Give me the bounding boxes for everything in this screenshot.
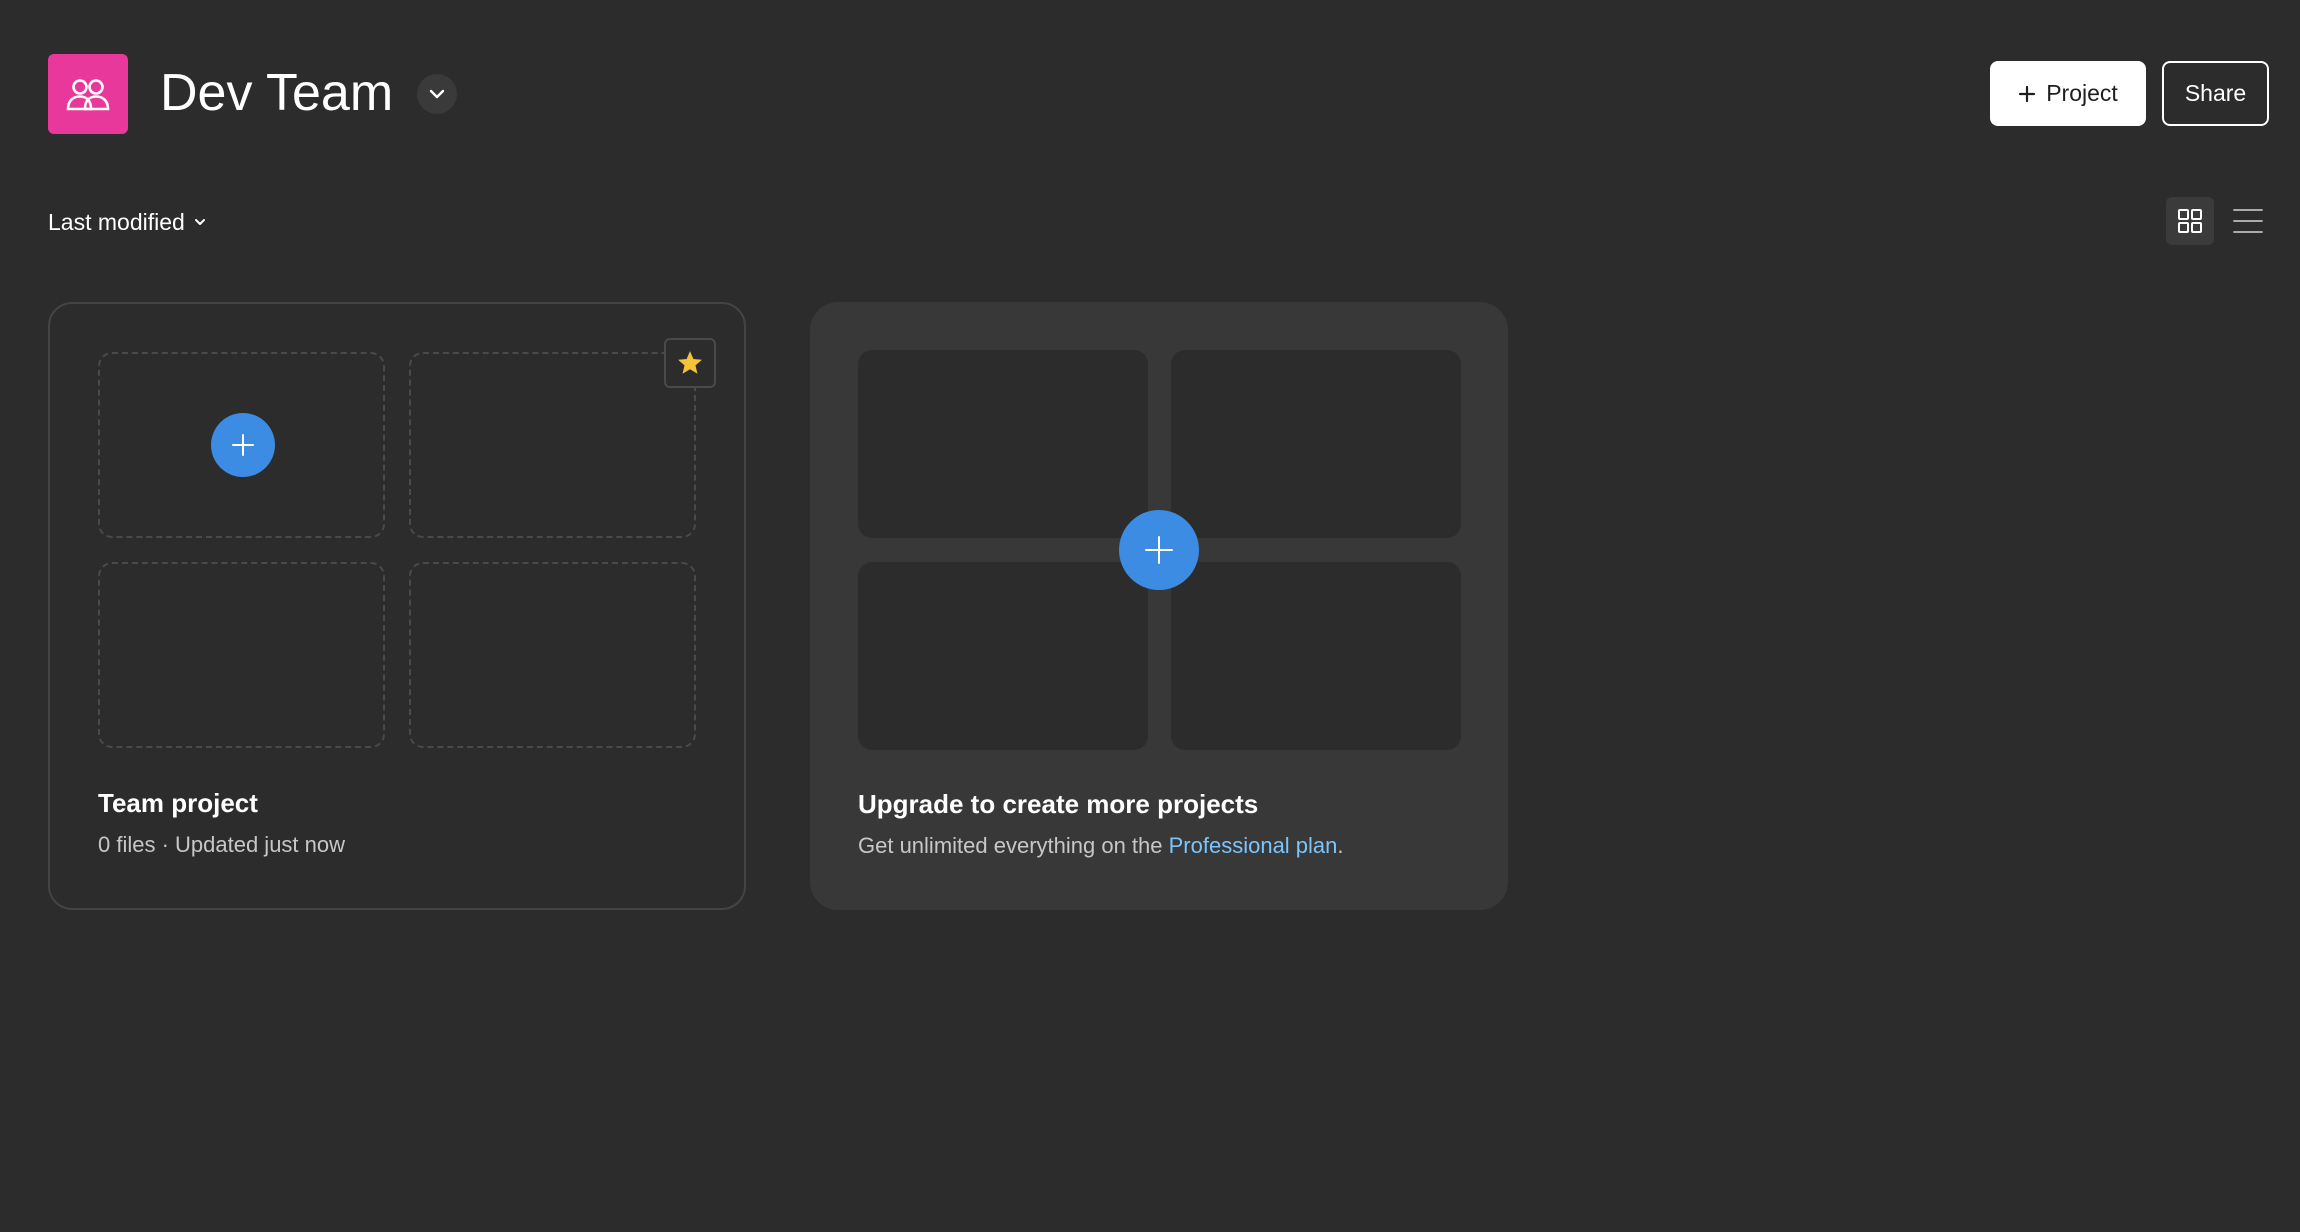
new-project-button[interactable]: Project xyxy=(1990,61,2146,126)
upgrade-description: Get unlimited everything on the Professi… xyxy=(858,833,1344,859)
upgrade-card[interactable]: Upgrade to create more projects Get unli… xyxy=(810,302,1508,910)
sort-dropdown[interactable]: Last modified xyxy=(48,206,207,238)
project-meta: 0 files · Updated just now xyxy=(98,832,346,857)
team-logo[interactable] xyxy=(48,54,128,134)
share-label: Share xyxy=(2184,80,2247,106)
plus-icon xyxy=(2019,85,2036,102)
file-slot[interactable] xyxy=(409,562,696,748)
professional-plan-link[interactable]: Professional plan xyxy=(1169,833,1338,858)
plus-icon xyxy=(232,434,254,456)
chevron-down-icon xyxy=(429,89,445,99)
star-icon xyxy=(678,351,702,374)
sort-label: Last modified xyxy=(48,208,185,235)
people-icon xyxy=(66,79,110,111)
file-slot[interactable] xyxy=(98,562,385,748)
add-file-button[interactable] xyxy=(211,413,275,477)
grid-view-button[interactable] xyxy=(2166,197,2214,245)
upgrade-title: Upgrade to create more projects xyxy=(858,789,1259,819)
grid-icon xyxy=(2178,209,2202,233)
list-icon xyxy=(2233,209,2263,233)
team-menu-button[interactable] xyxy=(417,74,457,114)
upgrade-text-suffix: . xyxy=(1337,833,1344,858)
placeholder-tile xyxy=(858,350,1148,538)
share-button[interactable]: Share xyxy=(2162,61,2269,126)
create-project-button[interactable] xyxy=(1119,510,1199,590)
file-slot[interactable] xyxy=(409,352,696,538)
chevron-down-icon xyxy=(194,219,205,225)
placeholder-tile xyxy=(1171,562,1461,750)
upgrade-text-prefix: Get unlimited everything on the xyxy=(858,833,1169,858)
favorite-button[interactable] xyxy=(664,338,716,388)
new-project-label: Project xyxy=(2046,80,2118,106)
placeholder-tile xyxy=(858,562,1148,750)
page-title: Dev Team xyxy=(160,64,394,122)
placeholder-tile xyxy=(1171,350,1461,538)
plus-icon xyxy=(1145,536,1173,564)
team-page: Dev Team Project Share Last modified Tea… xyxy=(0,0,2300,1232)
project-title[interactable]: Team project xyxy=(98,788,258,819)
project-card[interactable]: Team project 0 files · Updated just now xyxy=(48,302,746,910)
list-view-button[interactable] xyxy=(2224,197,2272,245)
